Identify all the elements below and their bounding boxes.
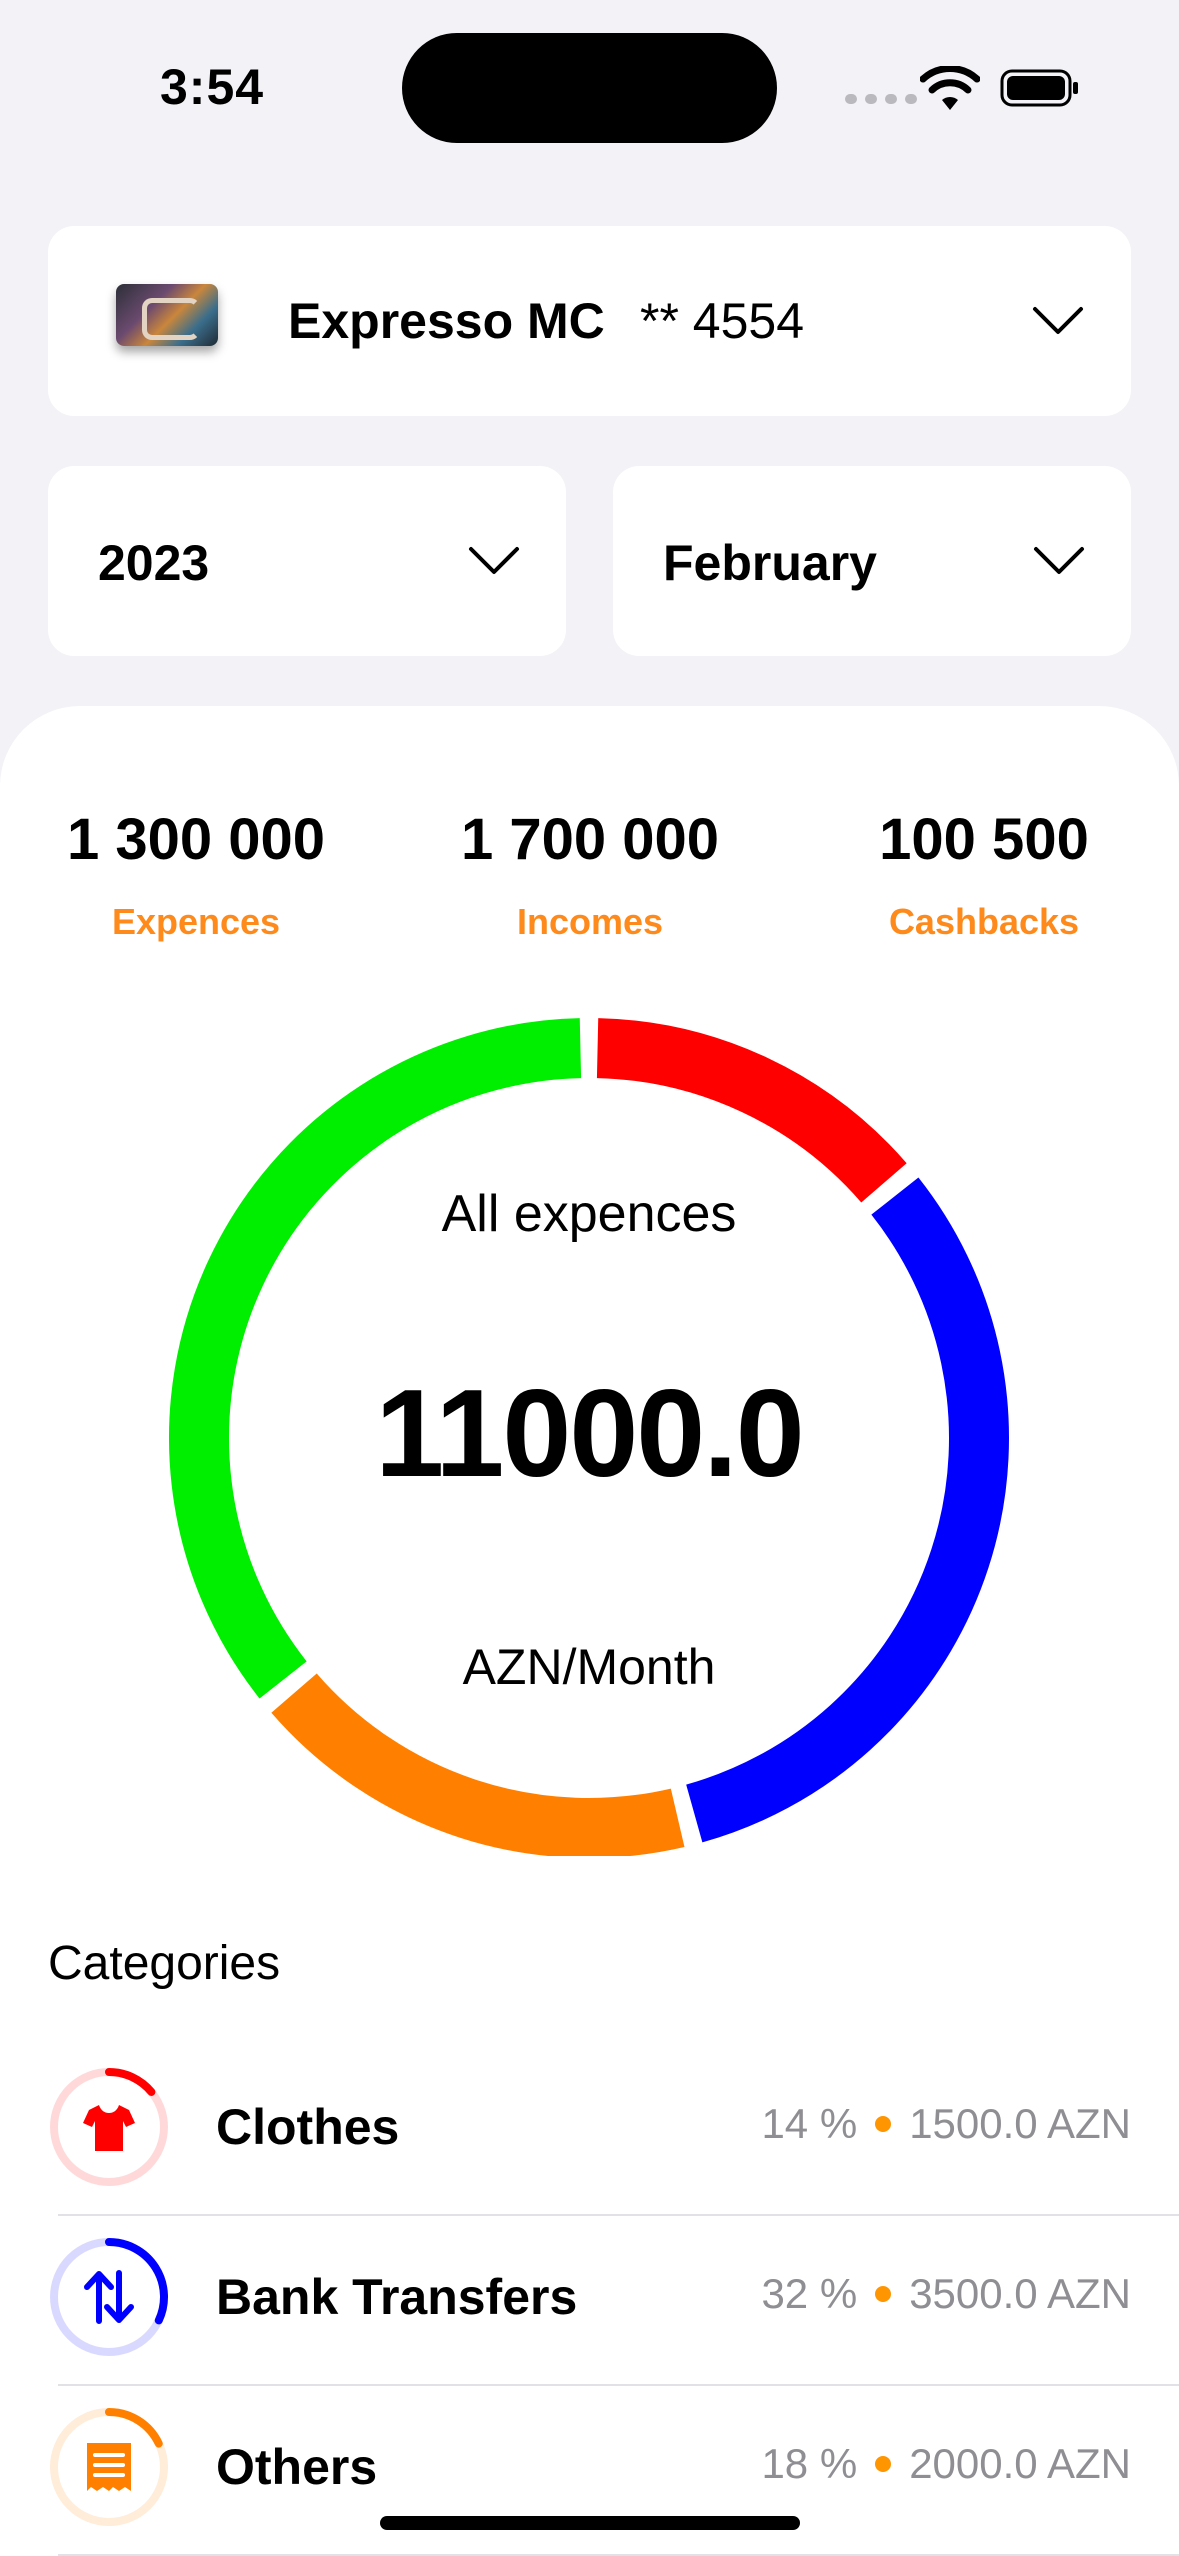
category-percent: 32 % xyxy=(761,2270,858,2317)
ring-progress xyxy=(105,2068,156,2096)
chevron-down-icon xyxy=(1034,547,1084,574)
donut-segment-0 xyxy=(596,1018,907,1203)
donut-segment-2 xyxy=(271,1673,685,1856)
donut-unit: AZN/Month xyxy=(462,1639,716,1695)
category-row[interactable]: Others 18 % 2000.0 AZN xyxy=(0,2386,1179,2556)
category-stats: 32 % 3500.0 AZN xyxy=(761,2270,1131,2318)
year-selector[interactable]: 2023 xyxy=(48,466,566,656)
category-percent: 18 % xyxy=(761,2440,858,2487)
category-amount: 3500.0 AZN xyxy=(909,2270,1131,2317)
month-selector[interactable]: February xyxy=(613,466,1131,656)
category-row[interactable]: Clothes 14 % 1500.0 AZN xyxy=(0,2046,1179,2216)
category-stats: 14 % 1500.0 AZN xyxy=(761,2100,1131,2148)
separator-dot xyxy=(875,2456,892,2472)
transfer-arrows-icon xyxy=(84,2270,134,2324)
dynamic-island xyxy=(402,33,777,143)
separator-dot xyxy=(875,2286,892,2302)
battery-icon xyxy=(1000,69,1078,107)
donut-title: All expences xyxy=(441,1185,737,1243)
category-amount: 1500.0 AZN xyxy=(909,2100,1131,2147)
category-name: Bank Transfers xyxy=(216,2269,578,2325)
card-name: Expresso MC xyxy=(288,293,605,349)
receipt-icon xyxy=(87,2443,131,2491)
chevron-down-icon xyxy=(1033,307,1083,334)
category-name: Others xyxy=(216,2439,378,2495)
wifi-icon xyxy=(920,66,980,110)
category-percent: 14 % xyxy=(761,2100,858,2147)
status-time: 3:54 xyxy=(160,59,265,115)
donut-total: 11000.0 xyxy=(375,1365,804,1503)
year-value: 2023 xyxy=(98,535,210,591)
tshirt-icon xyxy=(83,2105,135,2151)
category-row[interactable]: Bank Transfers 32 % 3500.0 AZN xyxy=(0,2216,1179,2386)
month-value: February xyxy=(663,535,877,591)
card-selector[interactable]: Expresso MC ** 4554 xyxy=(48,226,1131,416)
home-indicator xyxy=(380,2516,800,2530)
category-stats: 18 % 2000.0 AZN xyxy=(761,2440,1131,2488)
cellular-signal-icon xyxy=(845,94,917,104)
card-number: ** 4554 xyxy=(640,293,805,349)
category-amount: 2000.0 AZN xyxy=(909,2440,1131,2487)
categories-heading: Categories xyxy=(48,1937,281,1990)
category-name: Clothes xyxy=(216,2099,400,2155)
card-thumbnail xyxy=(116,284,218,346)
separator-dot xyxy=(875,2116,892,2132)
chevron-down-icon xyxy=(469,547,519,574)
summary-sheet: 1 300 000 Expences 1 700 000 Incomes 100… xyxy=(0,706,1179,2556)
